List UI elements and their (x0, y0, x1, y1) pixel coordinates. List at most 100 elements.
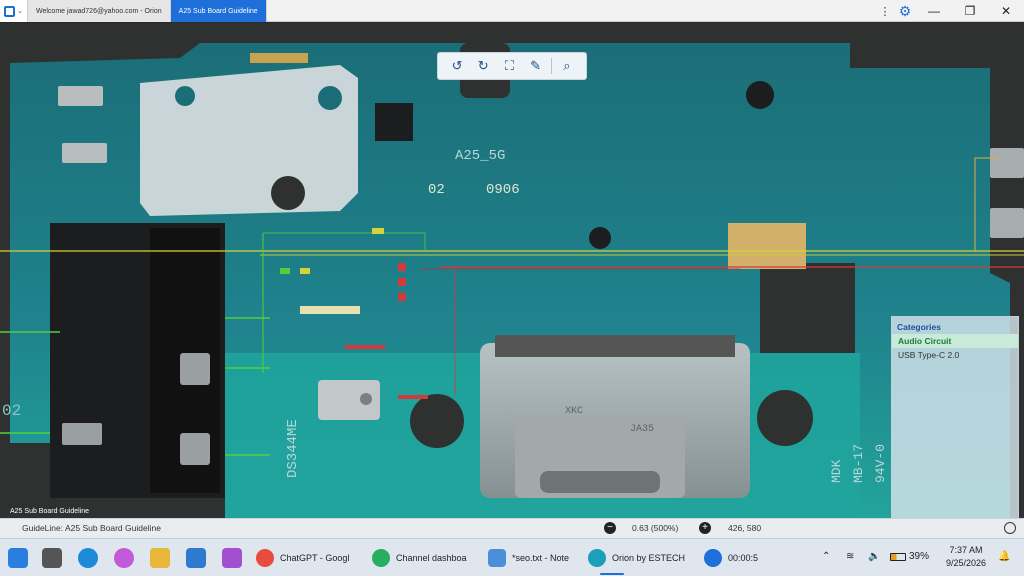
status-bar: GuideLine: A25 Sub Board Guideline − 0.6… (0, 518, 1024, 538)
close-button[interactable]: ✕ (988, 0, 1024, 22)
silkscreen-left-edge: 02 (2, 402, 21, 420)
rotate-right-button[interactable]: ↻ (472, 55, 494, 77)
snipping-tool-icon[interactable] (222, 548, 242, 568)
taskbar-app-orion[interactable]: Orion by ESTECH (588, 544, 685, 572)
category-usb-type-c[interactable]: USB Type-C 2.0 (892, 348, 1018, 362)
taskbar-app-label: Orion by ESTECH (612, 553, 686, 563)
title-bar: ⌄ Welcome jawad726@yahoo.com - Orion A25… (0, 0, 1024, 22)
wifi-icon[interactable]: ≋ (846, 551, 854, 562)
minimize-button[interactable]: — (916, 0, 952, 22)
taskbar-app-notepad[interactable]: *seo.txt - Note (488, 544, 569, 572)
taskbar-app-chatgpt[interactable]: ChatGPT - Googl (256, 544, 349, 572)
settings-circle-icon[interactable] (1004, 522, 1016, 534)
silkscreen-edge-mark-2: MB-17 (851, 444, 866, 483)
usb-mark-1: XKC (565, 406, 583, 417)
maximize-icon: ❐ (964, 4, 976, 18)
taskbar-app-label: ChatGPT - Googl (280, 553, 350, 563)
kebab-icon[interactable]: ⋮ (876, 5, 894, 18)
component-5 (398, 278, 406, 286)
fit-screen-icon: ⛶ (504, 58, 514, 73)
mount-hole-1 (746, 81, 774, 109)
left-pad-2 (62, 143, 107, 163)
search-button[interactable]: ⌕ (556, 55, 578, 77)
silkscreen-code-left: 02 (428, 182, 445, 198)
notifications-icon[interactable]: 🔔 (998, 551, 1010, 562)
usb-c-opening (540, 471, 660, 493)
probe-icon: ✎ (530, 58, 541, 73)
file-explorer-icon[interactable] (150, 548, 170, 568)
flex-connector (250, 53, 308, 63)
rotate-left-button[interactable]: ↺ (446, 55, 468, 77)
app-menu-button[interactable]: ⌄ (0, 0, 28, 22)
store-icon[interactable] (186, 548, 206, 568)
task-view-icon[interactable] (42, 548, 62, 568)
zoom-level: 0.63 (500%) (632, 523, 679, 533)
start-icon[interactable] (8, 548, 28, 568)
battery-indicator[interactable]: 39% (890, 551, 929, 562)
silkscreen-code-right: 0906 (486, 182, 520, 198)
component-3 (372, 228, 384, 234)
volume-icon[interactable]: 🔈 (868, 551, 880, 562)
shield-hole-3 (271, 176, 305, 210)
close-icon: ✕ (1000, 4, 1012, 18)
jack-pin-2 (180, 433, 210, 465)
usb-mark-2: JA35 (630, 424, 654, 435)
cutout-right (760, 263, 855, 353)
jack-pin-3 (62, 423, 102, 445)
mount-hole-3 (410, 394, 464, 448)
zoom-in-button[interactable]: + (699, 522, 711, 534)
probe-button[interactable]: ✎ (525, 55, 547, 77)
viewer-toolbar: ↺ ↻ ⛶ ✎ ⌕ (437, 52, 587, 80)
app-menu-icon (4, 5, 16, 17)
tab-a25-sub-board-guideline[interactable]: A25 Sub Board Guideline (170, 0, 267, 22)
category-audio-circuit[interactable]: Audio Circuit (892, 334, 1018, 348)
rotate-right-icon: ↻ (477, 58, 489, 73)
maximize-button[interactable]: ❐ (952, 0, 988, 22)
taskbar-app-channel-dashboard[interactable]: Channel dashboa (372, 544, 467, 572)
mount-hole-4 (757, 390, 813, 446)
taskbar-app-label: *seo.txt - Note (512, 553, 570, 563)
right-connector-1 (990, 148, 1024, 178)
cutout-right-top (850, 43, 990, 68)
chrome-icon (372, 549, 390, 567)
gold-pad (728, 223, 806, 269)
rotate-left-icon: ↺ (451, 58, 463, 73)
shield-hole-2 (318, 86, 342, 110)
copilot-icon[interactable] (114, 548, 134, 568)
orion-app-window: ⌄ Welcome jawad726@yahoo.com - Orion A25… (0, 0, 1024, 576)
system-clock[interactable]: 7:37 AM 9/25/2026 (940, 544, 992, 570)
tab-welcome[interactable]: Welcome jawad726@yahoo.com - Orion (28, 0, 171, 22)
edge-icon[interactable] (78, 548, 98, 568)
pcb-viewer[interactable]: A25_5G 02 0906 02 DS344ME MDK MB-17 94V-… (0, 23, 1024, 518)
silkscreen-edge-mark-1: MDK (829, 459, 844, 483)
battery-percent: 39% (909, 551, 930, 562)
fit-screen-button[interactable]: ⛶ (498, 55, 520, 77)
search-icon: ⌕ (563, 58, 571, 73)
component-8 (398, 395, 428, 399)
microphone-port (360, 393, 372, 405)
left-pad-1 (58, 86, 103, 106)
taskbar-app-recorder[interactable]: 00:00:5 (704, 544, 758, 572)
component-4 (398, 263, 406, 271)
active-app-indicator (600, 573, 624, 575)
status-guideline: GuideLine: A25 Sub Board Guideline (22, 523, 161, 533)
title-bar-controls: ⋮ ⚙ — ❐ ✕ (876, 0, 1024, 22)
recorder-icon (704, 549, 722, 567)
chrome-icon (256, 549, 274, 567)
taskbar-app-label: Channel dashboa (396, 553, 467, 563)
gear-icon[interactable]: ⚙ (894, 3, 916, 20)
zoom-out-button[interactable]: − (604, 522, 616, 534)
component-9 (300, 306, 360, 314)
windows-taskbar: ChatGPT - Googl Channel dashboa *seo.txt… (0, 538, 1024, 576)
clock-time: 7:37 AM (949, 545, 983, 555)
cursor-coordinates: 426, 580 (728, 523, 762, 533)
component-6 (398, 293, 406, 301)
mount-hole-2 (589, 227, 611, 249)
notepad-icon (488, 549, 506, 567)
shield-hole-1 (175, 86, 195, 106)
toolbar-separator (550, 58, 552, 74)
chevron-down-icon: ⌄ (17, 8, 23, 15)
pcb-image: A25_5G 02 0906 02 DS344ME MDK MB-17 94V-… (0, 23, 1024, 518)
chevron-up-icon[interactable]: ⌃ (822, 551, 830, 562)
silkscreen-chip-mark: DS344ME (285, 419, 301, 478)
